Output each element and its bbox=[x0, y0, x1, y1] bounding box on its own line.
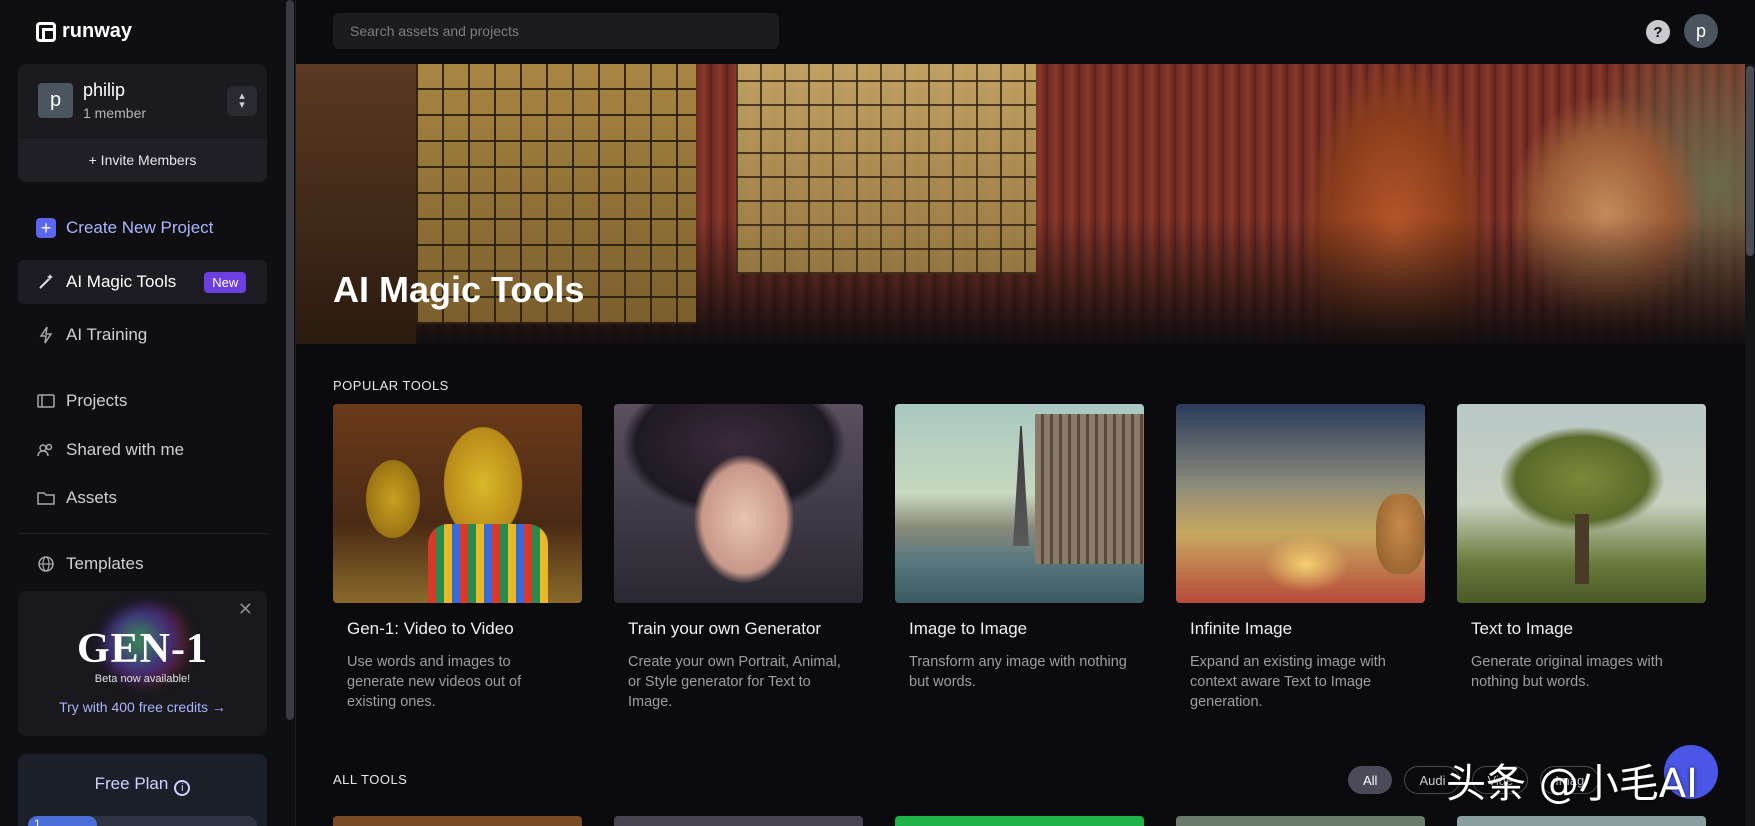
info-icon[interactable]: i bbox=[174, 780, 191, 796]
sidebar: runway p philip 1 member ▴ ▾ + Invite Me… bbox=[0, 0, 296, 826]
all-tools-heading: ALL TOOLS bbox=[333, 772, 408, 787]
users-icon bbox=[36, 440, 56, 460]
all-tool-thumbnail[interactable] bbox=[1457, 816, 1706, 826]
tool-card-text-to-image[interactable]: Text to Image Generate original images w… bbox=[1457, 404, 1706, 692]
new-badge: New bbox=[204, 271, 247, 293]
film-icon bbox=[36, 391, 56, 411]
team-name: philip bbox=[83, 80, 126, 100]
runway-logo[interactable]: runway bbox=[36, 20, 132, 43]
search-input[interactable] bbox=[333, 13, 779, 49]
promo-cta-link[interactable]: Try with 400 free credits → bbox=[18, 699, 267, 715]
tool-title: Text to Image bbox=[1471, 619, 1574, 638]
plan-label: Free Plan i bbox=[18, 774, 267, 796]
main-scrollbar-thumb[interactable] bbox=[1746, 66, 1754, 256]
tool-thumbnail[interactable] bbox=[333, 404, 582, 603]
topbar: ? p bbox=[296, 0, 1755, 64]
promo-subtitle: Beta now available! bbox=[94, 673, 191, 685]
plus-icon: + bbox=[36, 218, 56, 238]
promo-title: GEN-1 bbox=[77, 626, 208, 672]
tool-card-gen1[interactable]: Gen-1: Video to Video Use words and imag… bbox=[333, 404, 582, 712]
tool-title: Gen-1: Video to Video bbox=[347, 619, 514, 638]
plan-progress-bar: 1 bbox=[28, 816, 257, 826]
sidebar-item-ai-magic-tools[interactable]: AI Magic Tools New bbox=[18, 260, 267, 304]
runway-logo-icon bbox=[36, 21, 56, 42]
tool-card-train-generator[interactable]: Train your own Generator Create your own… bbox=[614, 404, 863, 712]
sidebar-item-label: Templates bbox=[66, 554, 144, 573]
sidebar-scrollbar[interactable] bbox=[286, 0, 294, 720]
tool-title: Infinite Image bbox=[1190, 619, 1293, 638]
team-avatar: p bbox=[38, 83, 73, 118]
team-info: philip 1 member bbox=[83, 80, 146, 121]
globe-icon bbox=[36, 554, 56, 574]
sidebar-item-shared[interactable]: Shared with me bbox=[18, 428, 267, 472]
plan-card[interactable]: Free Plan i 1 bbox=[18, 754, 267, 826]
sidebar-item-label: Projects bbox=[66, 391, 128, 410]
sidebar-item-projects[interactable]: Projects bbox=[18, 379, 267, 423]
all-tool-thumbnail[interactable] bbox=[614, 816, 863, 826]
create-new-project-button[interactable]: + Create New Project bbox=[18, 206, 267, 250]
all-tool-thumbnail[interactable] bbox=[895, 816, 1144, 826]
tool-thumbnail[interactable] bbox=[614, 404, 863, 603]
tool-description: Create your own Portrait, Animal, or Sty… bbox=[628, 654, 841, 710]
all-tool-thumbnail[interactable] bbox=[333, 816, 582, 826]
hero-art-window-2 bbox=[736, 64, 1036, 274]
team-header[interactable]: p philip 1 member ▴ ▾ bbox=[18, 64, 267, 137]
tool-description: Transform any image with nothing but wor… bbox=[909, 654, 1127, 690]
sidebar-item-label: AI Training bbox=[66, 325, 148, 344]
watermark: 头条 @小毛AI bbox=[1446, 761, 1698, 807]
folder-icon bbox=[36, 488, 56, 508]
user-avatar[interactable]: p bbox=[1684, 14, 1718, 48]
tool-description: Generate original images with nothing bu… bbox=[1471, 654, 1663, 690]
sidebar-item-templates[interactable]: Templates bbox=[18, 542, 267, 586]
plan-name: Free Plan bbox=[94, 774, 169, 793]
team-card: p philip 1 member ▴ ▾ + Invite Members bbox=[18, 64, 267, 182]
all-tool-thumbnail[interactable] bbox=[1176, 816, 1425, 826]
tool-card-infinite-image[interactable]: Infinite Image Expand an existing image … bbox=[1176, 404, 1425, 712]
sidebar-item-label: Shared with me bbox=[66, 440, 185, 459]
plan-progress-value: 1 bbox=[34, 817, 41, 826]
filter-all[interactable]: All bbox=[1348, 766, 1393, 794]
help-icon[interactable]: ? bbox=[1646, 20, 1670, 44]
sidebar-item-ai-training[interactable]: AI Training bbox=[18, 313, 267, 357]
tool-title: Image to Image bbox=[909, 619, 1028, 638]
team-member-count: 1 member bbox=[83, 105, 147, 121]
tool-description: Expand an existing image with context aw… bbox=[1190, 654, 1386, 710]
popular-tools-heading: POPULAR TOOLS bbox=[333, 378, 449, 393]
tool-title: Train your own Generator bbox=[628, 619, 822, 638]
sidebar-item-label: Assets bbox=[66, 488, 118, 507]
sidebar-item-assets[interactable]: Assets bbox=[18, 476, 267, 520]
main-content: AI Magic Tools POPULAR TOOLS Gen-1: Vide… bbox=[296, 64, 1745, 826]
tool-thumbnail[interactable] bbox=[895, 404, 1144, 603]
sidebar-item-label: AI Magic Tools bbox=[66, 272, 177, 291]
invite-members-button[interactable]: + Invite Members bbox=[18, 137, 267, 182]
lightning-icon bbox=[36, 325, 56, 345]
chevron-down-icon: ▾ bbox=[239, 99, 245, 111]
hero-banner: AI Magic Tools bbox=[296, 64, 1745, 344]
tool-thumbnail[interactable] bbox=[1457, 404, 1706, 603]
app-root: runway p philip 1 member ▴ ▾ + Invite Me… bbox=[0, 0, 1755, 826]
gen1-promo-card[interactable]: ✕ GEN-1 Beta now available! Try with 400… bbox=[18, 591, 267, 736]
tool-thumbnail[interactable] bbox=[1176, 404, 1425, 603]
tool-card-image-to-image[interactable]: Image to Image Transform any image with … bbox=[895, 404, 1144, 692]
create-project-label: Create New Project bbox=[66, 218, 214, 237]
brand-name: runway bbox=[62, 20, 133, 42]
nav-divider bbox=[18, 533, 267, 534]
page-title: AI Magic Tools bbox=[333, 269, 585, 310]
close-icon[interactable]: ✕ bbox=[238, 599, 253, 620]
magic-wand-icon bbox=[36, 272, 56, 292]
tool-description: Use words and images to generate new vid… bbox=[347, 654, 522, 710]
team-switcher-button[interactable]: ▴ ▾ bbox=[227, 86, 257, 116]
